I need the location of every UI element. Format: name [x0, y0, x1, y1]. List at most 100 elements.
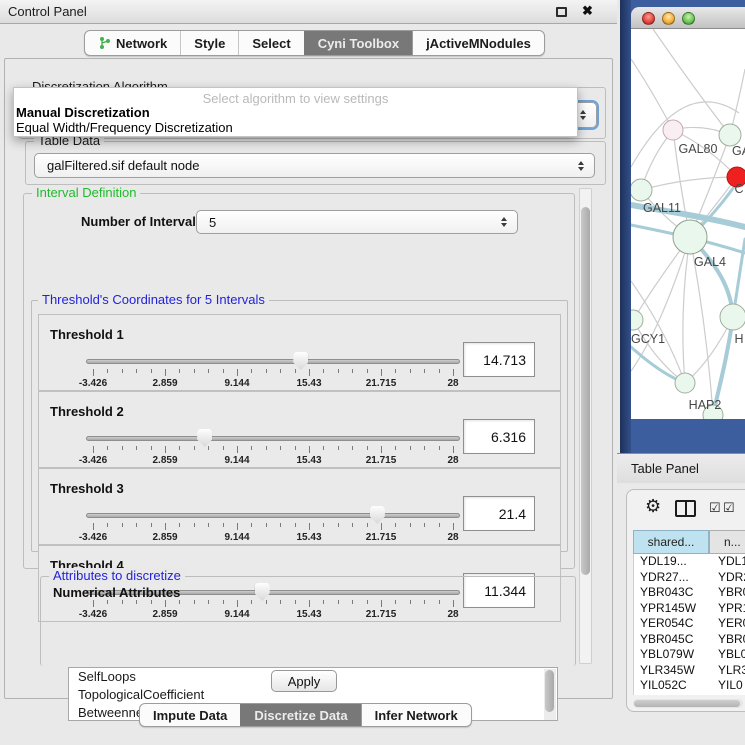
- slider-thumb[interactable]: [370, 506, 385, 524]
- table-cell[interactable]: YDR27...: [634, 570, 710, 586]
- network-node[interactable]: [719, 124, 741, 146]
- tab-jactivemnodules[interactable]: jActiveMNodules: [412, 31, 544, 55]
- slider-tick: [352, 523, 353, 527]
- slider-tick: [107, 369, 108, 373]
- table-cell[interactable]: YDL19...: [634, 554, 710, 570]
- table-cell[interactable]: YLR3: [710, 663, 745, 679]
- table-row[interactable]: YER054CYER0: [634, 616, 745, 632]
- network-node[interactable]: [663, 120, 683, 140]
- apply-button[interactable]: Apply: [271, 670, 337, 692]
- slider-tick: [410, 523, 411, 527]
- number-of-intervals-combobox[interactable]: 5: [196, 210, 518, 234]
- top-tabbar: Network Style Select Cyni Toolbox jActiv…: [84, 30, 545, 56]
- table-cell[interactable]: YBL0: [710, 647, 745, 663]
- slider-tick: [439, 369, 440, 373]
- slider-tick: [194, 446, 195, 450]
- scrollbar-thumb[interactable]: [545, 670, 554, 712]
- table-row[interactable]: YDL19...YDL1: [634, 554, 745, 570]
- slider-tick: [237, 523, 238, 530]
- table-cell[interactable]: YIL052C: [634, 678, 710, 694]
- checkbox-icon[interactable]: ☑: [723, 500, 735, 516]
- table-panel: ⚙ ☑ ☑ shared... n... YDL19...YDL1YDR27..…: [626, 489, 745, 712]
- zoom-traffic-light-icon[interactable]: [682, 12, 695, 25]
- column-header-shared-name[interactable]: shared...: [633, 530, 709, 554]
- tab-infer-network[interactable]: Infer Network: [361, 704, 471, 726]
- network-node[interactable]: [631, 179, 652, 201]
- main-vertical-scrollbar[interactable]: [579, 188, 592, 664]
- popup-option-manual-discretization[interactable]: Manual Discretization: [16, 105, 150, 120]
- split-table-icon[interactable]: [675, 500, 696, 517]
- slider-tick: [280, 446, 281, 450]
- network-node[interactable]: [720, 304, 745, 330]
- network-icon: [98, 36, 111, 50]
- table-panel-title: Table Panel: [631, 461, 699, 476]
- gear-icon[interactable]: ⚙: [645, 496, 661, 517]
- attributes-group: Attributes to discretize Numerical Attri…: [40, 576, 576, 666]
- tab-label: Style: [194, 36, 225, 51]
- network-node[interactable]: [675, 373, 695, 393]
- table-row[interactable]: YDR27...YDR2: [634, 570, 745, 586]
- slider-thumb[interactable]: [293, 352, 308, 370]
- table-cell[interactable]: YBR045C: [634, 632, 710, 648]
- tab-select[interactable]: Select: [238, 31, 303, 55]
- table-row[interactable]: YBR045CYBR0: [634, 632, 745, 648]
- tab-impute-data[interactable]: Impute Data: [140, 704, 240, 726]
- tab-label: Impute Data: [153, 708, 227, 723]
- table-cell[interactable]: YDL1: [710, 554, 745, 570]
- table-cell[interactable]: YPR145W: [634, 601, 710, 617]
- slider-tick-label: -3.426: [79, 455, 107, 466]
- close-icon[interactable]: ✖: [582, 3, 593, 19]
- minimize-traffic-light-icon[interactable]: [662, 12, 675, 25]
- threshold-slider[interactable]: -3.4262.8599.14415.4321.71528: [93, 351, 453, 391]
- slider-tick: [280, 369, 281, 373]
- slider-tick-label: 21.715: [366, 378, 397, 389]
- threshold-slider[interactable]: -3.4262.8599.14415.4321.71528: [93, 505, 453, 545]
- table-cell[interactable]: YDR2: [710, 570, 745, 586]
- table-cell[interactable]: YBR0: [710, 585, 745, 601]
- checkbox-icon[interactable]: ☑: [709, 500, 721, 516]
- network-node[interactable]: [673, 220, 707, 254]
- network-node-label: H: [734, 332, 743, 346]
- threshold-slider[interactable]: -3.4262.8599.14415.4321.71528: [93, 428, 453, 468]
- intervals-value: 5: [209, 215, 216, 230]
- table-row[interactable]: YBL079WYBL0: [634, 647, 745, 663]
- tab-cyni-toolbox[interactable]: Cyni Toolbox: [304, 31, 412, 55]
- threshold-value-field[interactable]: 21.4: [463, 496, 535, 531]
- table-cell[interactable]: YLR345W: [634, 663, 710, 679]
- float-window-icon[interactable]: [556, 7, 567, 17]
- threshold-value-field[interactable]: 14.713: [463, 342, 535, 377]
- list-vertical-scrollbar[interactable]: [544, 669, 556, 721]
- table-cell[interactable]: YER054C: [634, 616, 710, 632]
- tab-discretize-data[interactable]: Discretize Data: [240, 704, 360, 726]
- table-data-combobox[interactable]: galFiltered.sif default node: [34, 153, 595, 178]
- network-edge: [631, 59, 673, 130]
- table-cell[interactable]: YBR043C: [634, 585, 710, 601]
- slider-tick: [410, 369, 411, 373]
- tab-network[interactable]: Network: [85, 31, 180, 55]
- scrollbar-thumb[interactable]: [634, 700, 740, 707]
- table-row[interactable]: YIL052CYIL0: [634, 678, 745, 694]
- table-cell[interactable]: YPR1: [710, 601, 745, 617]
- table-row[interactable]: YPR145WYPR1: [634, 601, 745, 617]
- network-window-titlebar[interactable]: [631, 7, 745, 29]
- table-row[interactable]: YBR043CYBR0: [634, 585, 745, 601]
- thresholds-group-title: Threshold's Coordinates for 5 Intervals: [38, 292, 269, 307]
- scrollbar-thumb[interactable]: [581, 207, 590, 575]
- network-canvas[interactable]: GAL80GAGAL11CGAL4GCY1HHAP2: [631, 29, 745, 419]
- threshold-label: Threshold 3: [50, 481, 124, 496]
- slider-thumb[interactable]: [197, 429, 212, 447]
- tab-label: Infer Network: [375, 708, 458, 723]
- slider-tick: [165, 523, 166, 530]
- table-cell[interactable]: YIL0: [710, 678, 745, 694]
- table-cell[interactable]: YBR0: [710, 632, 745, 648]
- column-header-name[interactable]: n...: [709, 530, 745, 554]
- tab-style[interactable]: Style: [180, 31, 238, 55]
- popup-option-equal-width-frequency[interactable]: Equal Width/Frequency Discretization: [16, 120, 233, 135]
- table-cell[interactable]: YER0: [710, 616, 745, 632]
- close-traffic-light-icon[interactable]: [642, 12, 655, 25]
- table-row[interactable]: YLR345WYLR3: [634, 663, 745, 679]
- table-cell[interactable]: YBL079W: [634, 647, 710, 663]
- threshold-value-field[interactable]: 6.316: [463, 419, 535, 454]
- network-node[interactable]: [631, 310, 643, 330]
- table-horizontal-scrollbar[interactable]: [633, 699, 743, 708]
